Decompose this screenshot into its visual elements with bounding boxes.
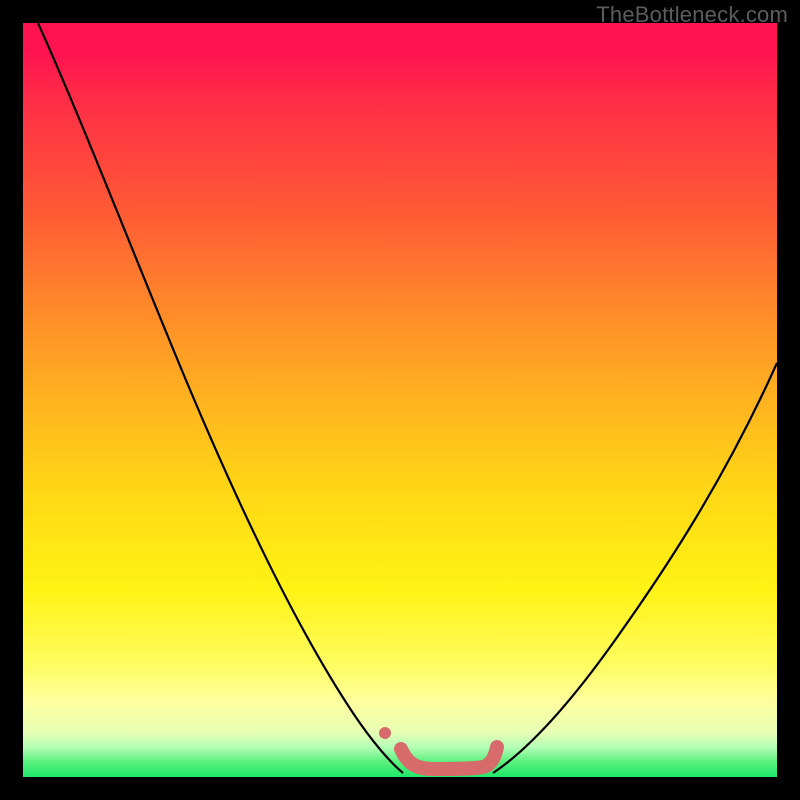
chart-svg (23, 23, 777, 777)
right-curve (493, 363, 777, 773)
plot-area (23, 23, 777, 777)
chart-frame: TheBottleneck.com (0, 0, 800, 800)
left-dot-marker (379, 727, 391, 739)
watermark-text: TheBottleneck.com (596, 2, 788, 28)
bottom-flat-marker (401, 747, 497, 769)
left-curve (38, 23, 403, 773)
